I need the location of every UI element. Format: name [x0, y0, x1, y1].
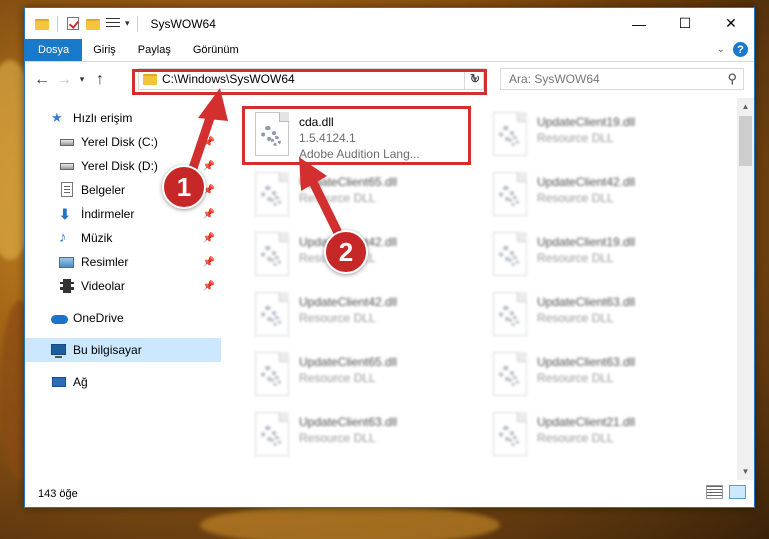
- step-badge-2: 2: [324, 230, 368, 274]
- arrow-1-head: [198, 88, 228, 121]
- annotation-arrows: [184, 88, 348, 248]
- step-badge-1: 1: [162, 165, 206, 209]
